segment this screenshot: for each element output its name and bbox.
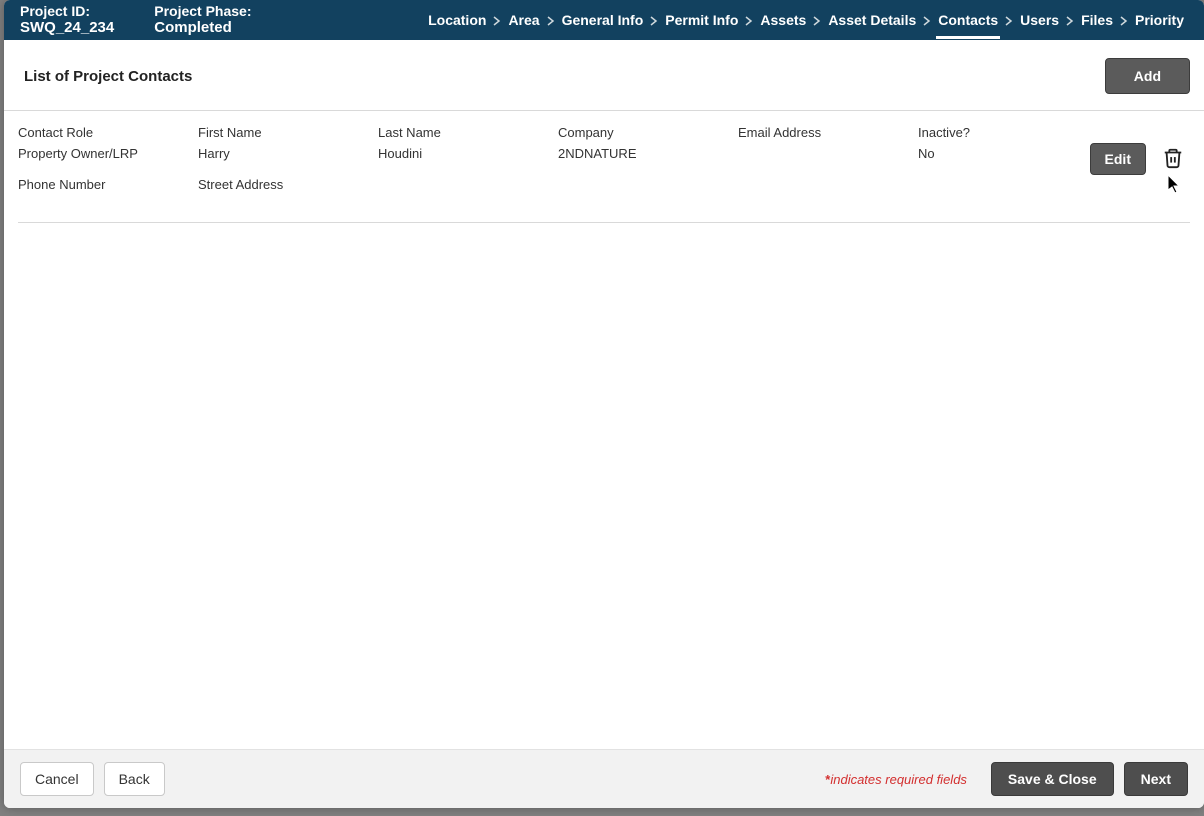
chevron-right-icon [744,12,754,28]
chevron-right-icon [812,12,822,28]
label-last-name: Last Name [378,125,558,140]
label-first-name: First Name [198,125,378,140]
next-button[interactable]: Next [1124,762,1188,796]
chevron-right-icon [492,12,502,28]
breadcrumb-assets[interactable]: Assets [756,12,810,28]
modal-header: Project ID: SWQ_24_234 Project Phase: Co… [4,0,1204,40]
project-id-label: Project ID: [20,3,114,19]
chevron-right-icon [649,12,659,28]
header-left: Project ID: SWQ_24_234 Project Phase: Co… [20,3,252,36]
value-company: 2NDNATURE [558,146,738,161]
project-phase-label: Project Phase: [154,3,251,19]
label-street: Street Address [198,167,378,192]
breadcrumb-asset-details[interactable]: Asset Details [824,12,920,28]
project-phase-value: Completed [154,19,251,36]
label-contact-role: Contact Role [18,125,198,140]
label-company: Company [558,125,738,140]
project-id-block: Project ID: SWQ_24_234 [20,3,114,36]
label-email: Email Address [738,125,918,140]
breadcrumb-priority[interactable]: Priority [1131,12,1188,28]
project-modal: Project ID: SWQ_24_234 Project Phase: Co… [4,0,1204,808]
breadcrumb-general-info[interactable]: General Info [558,12,648,28]
breadcrumb-permit-info[interactable]: Permit Info [661,12,742,28]
value-first-name: Harry [198,146,378,161]
project-id-value: SWQ_24_234 [20,19,114,36]
label-inactive: Inactive? [918,125,1028,140]
chevron-right-icon [922,12,932,28]
cancel-button[interactable]: Cancel [20,762,94,796]
add-button[interactable]: Add [1105,58,1190,94]
value-last-name: Houdini [378,146,558,161]
back-button[interactable]: Back [104,762,165,796]
breadcrumb-nav: Location Area General Info Permit Info Asset… [424,12,1188,28]
edit-button[interactable]: Edit [1090,143,1146,175]
save-close-button[interactable]: Save & Close [991,762,1114,796]
breadcrumb-contacts[interactable]: Contacts [934,12,1002,28]
breadcrumb-area[interactable]: Area [504,12,543,28]
breadcrumb-files[interactable]: Files [1077,12,1117,28]
chevron-right-icon [1119,12,1129,28]
section-header: List of Project Contacts Add [4,40,1204,111]
label-phone: Phone Number [18,167,198,192]
contact-list: Contact Role First Name Last Name Compan… [4,111,1204,749]
row-actions: Edit [1028,125,1190,175]
delete-icon[interactable] [1162,146,1184,173]
breadcrumb-location[interactable]: Location [424,12,490,28]
section-title: List of Project Contacts [24,68,192,85]
chevron-right-icon [1004,12,1014,28]
value-contact-role: Property Owner/LRP [18,146,198,161]
project-phase-block: Project Phase: Completed [154,3,251,36]
chevron-right-icon [1065,12,1075,28]
value-inactive: No [918,146,1028,161]
chevron-right-icon [546,12,556,28]
required-note: *indicates required fields [825,772,967,787]
contact-card: Contact Role First Name Last Name Compan… [18,111,1190,223]
modal-footer: Cancel Back *indicates required fields S… [4,749,1204,808]
required-note-text: indicates required fields [830,772,967,787]
breadcrumb-users[interactable]: Users [1016,12,1063,28]
